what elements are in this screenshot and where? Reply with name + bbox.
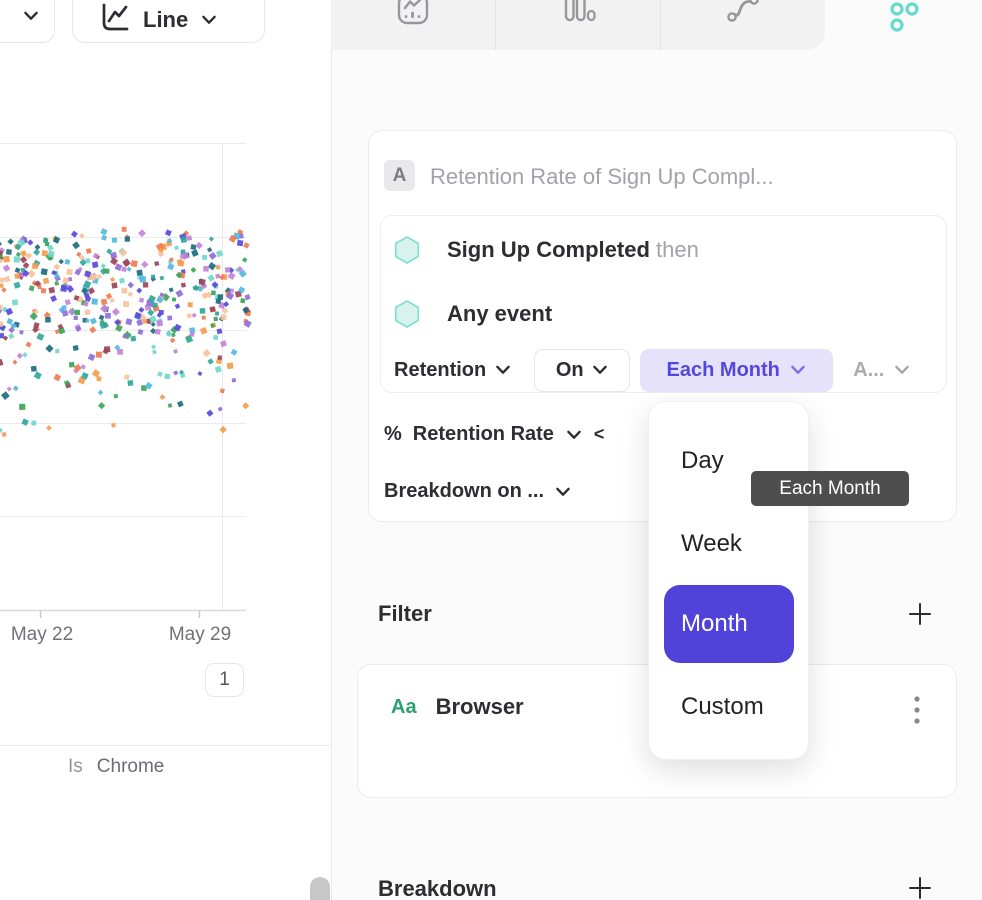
menu-item-day[interactable]: Day: [681, 447, 724, 475]
retention-controls-row: Retention On Each Month A...: [381, 348, 946, 392]
chevron-down-icon: [789, 361, 807, 379]
event-suffix: then: [656, 237, 699, 262]
breakdown-section-title: Breakdown: [378, 876, 497, 900]
chevron-down-icon: [494, 361, 512, 379]
tab-combo-chart[interactable]: [331, 0, 495, 50]
chevron-down-icon: [554, 483, 572, 501]
scatter-points: [0, 227, 252, 437]
interval-menu: Day Week Month Custom: [648, 401, 809, 760]
interval-tooltip: Each Month: [751, 471, 909, 506]
tab-bar-chart[interactable]: [496, 0, 660, 50]
x-tick-label: May 22: [11, 624, 73, 646]
combo-chart-icon: [395, 0, 431, 29]
event-hexagon-icon: [392, 299, 422, 329]
menu-item-custom[interactable]: Custom: [681, 693, 764, 721]
tab-flow-chart[interactable]: [661, 0, 825, 50]
query-badge: A: [384, 160, 415, 191]
x-tick-label: May 29: [169, 624, 231, 646]
chevron-down-icon: [565, 426, 583, 444]
scatter-chart: [0, 0, 331, 760]
filter-property-row[interactable]: Aa Browser: [391, 694, 524, 720]
interval-label: Each Month: [667, 359, 780, 382]
event-row-first[interactable]: Sign Up Completed then: [392, 235, 699, 265]
filter-options-button[interactable]: [902, 695, 932, 725]
retention-mode-label: Retention: [394, 359, 486, 382]
filter-property-name: Browser: [436, 694, 524, 720]
percent-symbol: %: [384, 423, 402, 446]
bar-chart-icon: [560, 0, 596, 29]
chevron-down-icon: [591, 361, 609, 379]
plus-icon: [910, 604, 930, 624]
menu-item-week[interactable]: Week: [681, 530, 742, 558]
event-hexagon-icon: [392, 235, 422, 265]
add-breakdown-button[interactable]: [904, 872, 936, 900]
filter-operator: Is: [68, 756, 83, 778]
breakdown-on-label: Breakdown on ...: [384, 480, 544, 503]
chart-type-tab-bar: [331, 0, 825, 50]
section-divider: [0, 745, 331, 746]
pagination-button[interactable]: 1: [205, 663, 244, 697]
filter-condition[interactable]: Is Chrome: [68, 756, 164, 778]
event-group: Sign Up Completed then Any event Retenti…: [380, 215, 947, 393]
interval-dropdown[interactable]: Each Month: [640, 349, 833, 392]
cluster-dots-icon[interactable]: [884, 0, 922, 35]
retention-mode-dropdown[interactable]: Retention: [394, 359, 512, 382]
chevron-down-icon: [893, 361, 911, 379]
flow-chart-icon: [725, 0, 761, 29]
chart-pane: Line May 22 May 29 1: [0, 0, 331, 900]
scrollbar-thumb[interactable]: [310, 877, 330, 900]
add-filter-button[interactable]: [904, 598, 936, 630]
on-dropdown[interactable]: On: [534, 349, 630, 392]
measure-dropdown[interactable]: % Retention Rate <: [384, 423, 604, 446]
event-row-return[interactable]: Any event: [392, 299, 552, 329]
kebab-icon: [914, 696, 919, 723]
breakdown-on-dropdown[interactable]: Breakdown on ...: [384, 480, 572, 503]
query-title[interactable]: Retention Rate of Sign Up Compl...: [430, 164, 774, 190]
menu-item-month[interactable]: Month: [664, 585, 794, 663]
plus-icon: [910, 878, 930, 898]
event-name: Sign Up Completed: [447, 237, 650, 262]
measure-label: Retention Rate: [413, 423, 554, 446]
truncated-dropdown[interactable]: A...: [853, 359, 911, 382]
filter-section-title: Filter: [378, 601, 432, 627]
chevron-left-text: <: [594, 424, 605, 445]
on-label: On: [556, 359, 584, 382]
filter-value: Chrome: [97, 756, 165, 778]
truncated-label: A...: [853, 359, 884, 382]
event-name: Any event: [447, 301, 552, 326]
property-type-badge: Aa: [391, 696, 417, 719]
